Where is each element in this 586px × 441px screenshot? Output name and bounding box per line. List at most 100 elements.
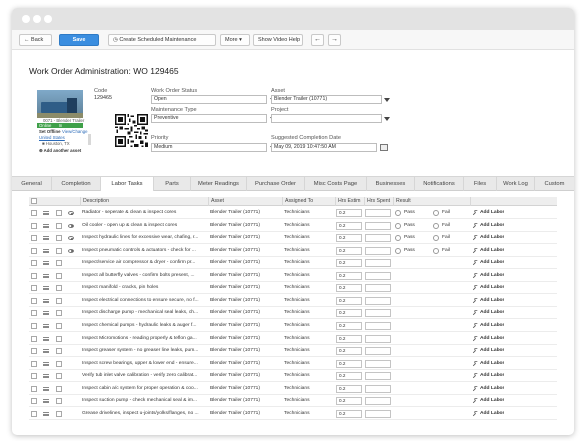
hrs-spent-input[interactable] [365, 347, 391, 356]
hrs-estimated-input[interactable]: 0.2 [336, 334, 362, 343]
header-description[interactable]: Description [80, 197, 109, 206]
wrench-icon[interactable] [472, 322, 478, 329]
hrs-spent-input[interactable] [365, 409, 391, 418]
table-row[interactable]: Inspect electrical connections to ensure… [29, 295, 557, 307]
table-row[interactable]: Inspect hydraulic lines for excessive we… [29, 232, 557, 245]
hrs-spent-input[interactable] [365, 296, 391, 305]
calendar-icon[interactable] [380, 144, 388, 151]
asset-select[interactable]: Blender Trailer (10771) [271, 95, 382, 104]
row-select-checkbox[interactable] [56, 272, 62, 279]
table-row[interactable]: Inspect/service air compressor & dryer -… [29, 257, 557, 270]
task-description[interactable]: Inspect hydraulic lines for excessive we… [82, 232, 207, 244]
show-video-help-button[interactable]: Show Video Help [253, 34, 303, 46]
add-labor-link[interactable]: Add Labor [480, 320, 504, 332]
table-row[interactable]: Inspect pneumatic controls & actuators -… [29, 245, 557, 257]
add-another-asset-link[interactable]: ⊕ Add another asset [39, 148, 81, 154]
add-labor-link[interactable]: Add Labor [480, 307, 504, 319]
row-checkbox[interactable] [31, 260, 37, 267]
tab-parts[interactable]: Parts [154, 177, 191, 191]
chevron-down-icon[interactable] [384, 117, 390, 121]
task-description[interactable]: Grease drivelines, inspect u-joints/yolk… [82, 408, 207, 420]
add-labor-link[interactable]: Add Labor [480, 245, 504, 257]
wrench-icon[interactable] [472, 385, 478, 392]
row-select-checkbox[interactable] [56, 247, 62, 254]
asset-list-scrollbar[interactable] [88, 134, 91, 145]
hrs-estimated-input[interactable]: 0.2 [336, 409, 362, 418]
drag-handle-icon[interactable] [43, 298, 49, 303]
header-hrs-spent[interactable]: Hrs Spent [364, 197, 390, 206]
country-link[interactable]: United States [39, 135, 65, 140]
row-checkbox[interactable] [31, 222, 37, 229]
wrench-icon[interactable] [472, 297, 478, 304]
previous-record-button[interactable]: ← [311, 34, 324, 46]
header-asset[interactable]: Asset [208, 197, 224, 206]
add-labor-link[interactable]: Add Labor [480, 395, 504, 407]
suggested-completion-date-input[interactable]: May 09, 2019 10:47:50 AM [271, 143, 377, 152]
hrs-estimated-input[interactable]: 0.2 [336, 372, 362, 381]
row-checkbox[interactable] [31, 247, 37, 254]
priority-select[interactable]: Medium [151, 143, 267, 152]
row-select-checkbox[interactable] [56, 398, 62, 405]
drag-handle-icon[interactable] [43, 386, 49, 391]
row-select-checkbox[interactable] [56, 360, 62, 367]
row-select-checkbox[interactable] [56, 373, 62, 380]
hrs-spent-input[interactable] [365, 321, 391, 330]
row-select-checkbox[interactable] [56, 222, 62, 229]
tab-notifications[interactable]: Notifications [415, 177, 464, 191]
table-row[interactable]: Inspect cabin a/c system for proper oper… [29, 383, 557, 395]
hrs-spent-input[interactable] [365, 246, 391, 255]
row-select-checkbox[interactable] [56, 322, 62, 329]
row-checkbox[interactable] [31, 210, 37, 216]
task-description[interactable]: Inspect/service air compressor & dryer -… [82, 257, 207, 269]
hrs-estimated-input[interactable]: 0.2 [336, 259, 362, 268]
drag-handle-icon[interactable] [43, 361, 49, 366]
more-dropdown-button[interactable]: More ▾ [220, 34, 250, 46]
wrench-icon[interactable] [472, 222, 478, 229]
hrs-spent-input[interactable] [365, 372, 391, 381]
add-labor-link[interactable]: Add Labor [480, 282, 504, 294]
wrench-icon[interactable] [472, 210, 478, 216]
fail-radio[interactable] [433, 222, 439, 229]
header-assigned-to[interactable]: Assigned To [282, 197, 313, 206]
table-row[interactable]: Inspect suction pump - check mechanical … [29, 395, 557, 408]
row-checkbox[interactable] [31, 272, 37, 279]
row-select-checkbox[interactable] [56, 297, 62, 304]
row-select-checkbox[interactable] [56, 285, 62, 292]
create-scheduled-maintenance-button[interactable]: ◷ Create Scheduled Maintenance [108, 34, 216, 46]
wrench-icon[interactable] [472, 272, 478, 279]
select-all-checkbox[interactable] [31, 198, 37, 204]
wrench-icon[interactable] [472, 398, 478, 404]
drag-handle-icon[interactable] [43, 286, 49, 291]
tab-purchase-order[interactable]: Purchase Order [247, 177, 305, 191]
maintenance-type-select[interactable]: Preventive [151, 114, 267, 123]
wrench-icon[interactable] [472, 373, 478, 379]
tab-general[interactable]: General [12, 177, 52, 191]
wrench-icon[interactable] [472, 410, 478, 417]
table-row[interactable]: Grease drivelines, inspect u-joints/yolk… [29, 408, 557, 420]
task-description[interactable]: Inspect pneumatic controls & actuators -… [82, 245, 207, 257]
add-labor-link[interactable]: Add Labor [480, 232, 504, 244]
hrs-estimated-input[interactable]: 0.2 [336, 397, 362, 406]
wrench-icon[interactable] [472, 247, 478, 254]
tab-files[interactable]: Files [464, 177, 497, 191]
row-select-checkbox[interactable] [56, 310, 62, 317]
row-select-checkbox[interactable] [56, 385, 62, 392]
pass-radio[interactable] [395, 235, 401, 242]
header-hrs-estimated[interactable]: Hrs Estim [335, 197, 360, 206]
wrench-icon[interactable] [472, 348, 478, 354]
task-description[interactable]: Inspect all butterfly valves - confirm b… [82, 270, 207, 282]
eye-icon[interactable] [68, 248, 74, 253]
hrs-estimated-input[interactable]: 0.2 [336, 321, 362, 330]
hrs-spent-input[interactable] [365, 209, 391, 217]
hrs-estimated-input[interactable]: 0.2 [336, 309, 362, 318]
task-description[interactable]: Inspect electrical connections to ensure… [82, 295, 207, 307]
row-select-checkbox[interactable] [56, 210, 62, 216]
table-row[interactable]: Inspect chemical pumps - hydraulic leaks… [29, 320, 557, 332]
drag-handle-icon[interactable] [43, 261, 49, 266]
row-select-checkbox[interactable] [56, 410, 62, 417]
add-labor-link[interactable]: Add Labor [480, 220, 504, 232]
row-checkbox[interactable] [31, 285, 37, 292]
fail-radio[interactable] [433, 247, 439, 254]
drag-handle-icon[interactable] [43, 323, 49, 328]
hrs-estimated-input[interactable]: 0.2 [336, 209, 362, 217]
